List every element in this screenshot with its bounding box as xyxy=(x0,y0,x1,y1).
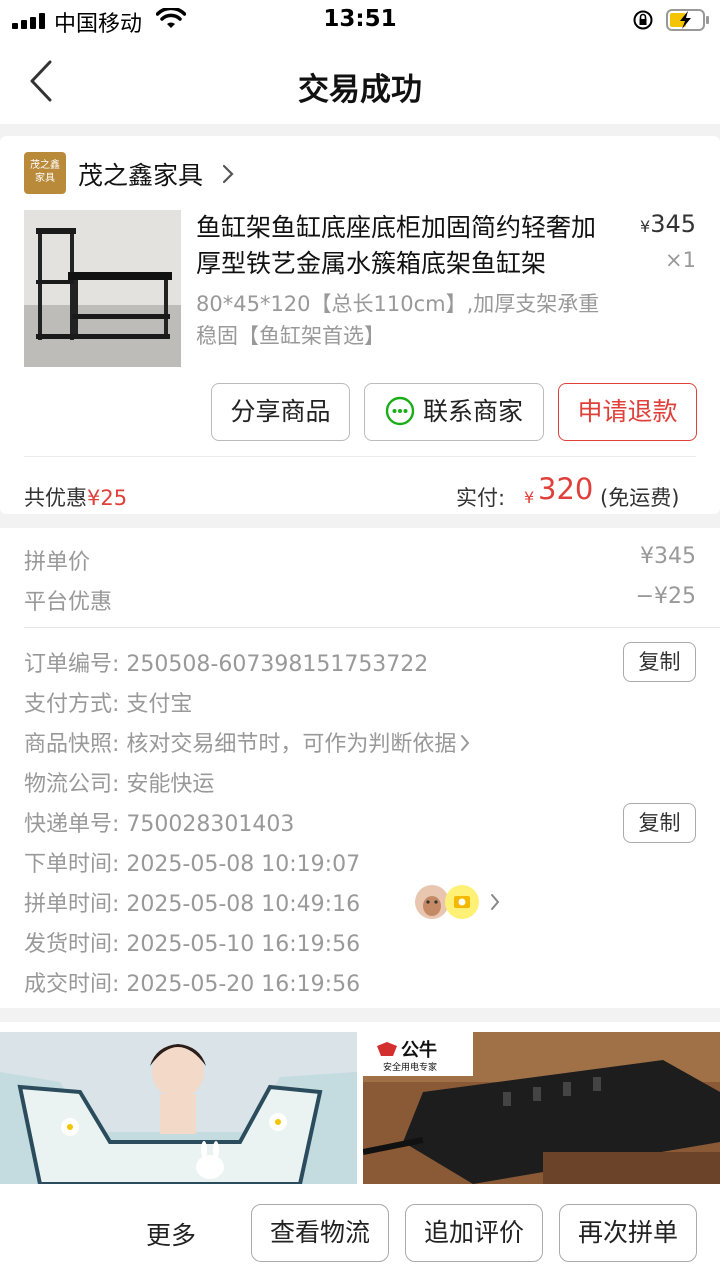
order-number-value: 250508-607398151753722 xyxy=(126,652,429,677)
product-price: ¥345 xyxy=(640,210,696,238)
copy-tracking-number-button[interactable]: 复制 xyxy=(623,803,696,843)
order-time-value: 2025-05-08 10:19:07 xyxy=(126,852,361,877)
payment-value: 支付宝 xyxy=(126,692,193,717)
contact-seller-label: 联系商家 xyxy=(422,397,523,426)
recommended-product-power-strip[interactable]: 公牛 安全用电专家 xyxy=(363,1032,720,1184)
shop-name-link[interactable]: 茂之鑫家具 xyxy=(78,156,203,192)
price-value: 345 xyxy=(650,210,696,238)
group-members-avatars[interactable] xyxy=(414,884,504,920)
battery-charging-icon xyxy=(666,9,709,31)
more-button[interactable]: 更多 xyxy=(146,1216,196,1252)
share-product-button[interactable]: 分享商品 xyxy=(211,383,350,441)
shop-logo-text-2: 家具 xyxy=(35,173,55,184)
total-discount: 共优惠¥25 xyxy=(24,482,127,512)
divider xyxy=(24,456,696,457)
group-time-value: 2025-05-08 10:49:16 xyxy=(126,892,361,917)
snapshot-label: 商品快照: xyxy=(24,732,120,757)
platform-discount-label: 平台优惠 xyxy=(24,590,113,615)
ship-time-label: 发货时间: xyxy=(24,932,120,957)
add-review-button[interactable]: 追加评价 xyxy=(405,1204,543,1262)
clock: 13:51 xyxy=(323,6,397,32)
order-details: 拼单价 ¥345 平台优惠 −¥25 订单编号: 250508-60739815… xyxy=(0,528,720,1008)
rotation-lock-icon xyxy=(633,10,653,30)
tracking-value: 750028301403 xyxy=(126,812,295,837)
logistics-label: 物流公司: xyxy=(24,772,120,797)
tracking-label: 快递单号: xyxy=(24,812,120,837)
platform-discount-value: −¥25 xyxy=(635,584,696,609)
contact-seller-button[interactable]: 联系商家 xyxy=(364,383,544,441)
tracking-row: 快递单号: 750028301403 xyxy=(24,806,294,838)
price-row-value: ¥345 xyxy=(640,544,696,569)
divider xyxy=(24,627,720,628)
order-number-label: 订单编号: xyxy=(24,652,120,677)
order-card: 茂之鑫 家具 茂之鑫家具 鱼缸架鱼缸底座底柜加固简约轻奢加厚型铁艺金属水簇箱底架… xyxy=(0,136,720,514)
recommended-product-blanket[interactable] xyxy=(0,1032,357,1184)
nav-bar: 交易成功 xyxy=(0,40,720,124)
snapshot-value: 核对交易细节时，可作为判断依据 xyxy=(126,732,457,757)
order-time-row: 下单时间: 2025-05-08 10:19:07 xyxy=(24,846,360,878)
page-title: 交易成功 xyxy=(298,72,422,108)
product-quantity: ×1 xyxy=(665,248,696,272)
payment-row: 支付方式: 支付宝 xyxy=(24,686,192,718)
brand-tagline: 安全用电专家 xyxy=(383,1063,438,1073)
bottom-action-bar: 更多 查看物流 追加评价 再次拼单 xyxy=(0,1184,720,1280)
paid-amount: 320 xyxy=(538,472,594,506)
price-currency: ¥ xyxy=(640,217,651,236)
payment-label: 支付方式: xyxy=(24,692,120,717)
logistics-value: 安能快运 xyxy=(126,772,215,797)
ship-time-value: 2025-05-10 16:19:56 xyxy=(126,932,361,957)
order-number-row: 订单编号: 250508-607398151753722 xyxy=(24,646,428,678)
logistics-row: 物流公司: 安能快运 xyxy=(24,766,214,798)
view-logistics-button[interactable]: 查看物流 xyxy=(251,1204,389,1262)
status-bar: 中国移动 13:51 xyxy=(0,0,720,40)
chat-bubble-icon xyxy=(385,396,415,426)
recommendation-banners: 公牛 安全用电专家 xyxy=(0,1022,720,1184)
discount-amount: ¥25 xyxy=(87,486,128,510)
deal-time-label: 成交时间: xyxy=(24,972,120,997)
copy-order-number-button[interactable]: 复制 xyxy=(623,642,696,682)
shipping-note: (免运费) xyxy=(600,486,680,510)
snapshot-row[interactable]: 商品快照: 核对交易细节时，可作为判断依据 xyxy=(24,726,470,758)
price-row-label: 拼单价 xyxy=(24,550,91,575)
group-time-label: 拼单时间: xyxy=(24,892,120,917)
paid-label: 实付: xyxy=(456,486,506,510)
discount-label: 共优惠 xyxy=(24,486,87,510)
shop-logo[interactable]: 茂之鑫 家具 xyxy=(24,152,66,194)
reorder-button[interactable]: 再次拼单 xyxy=(559,1204,697,1262)
order-time-label: 下单时间: xyxy=(24,852,120,877)
deal-time-value: 2025-05-20 16:19:56 xyxy=(126,972,361,997)
group-time-row: 拼单时间: 2025-05-08 10:49:16 xyxy=(24,886,360,918)
brand-name: 公牛 xyxy=(401,1040,437,1061)
request-refund-button[interactable]: 申请退款 xyxy=(558,383,697,441)
paid-currency: ¥ xyxy=(524,488,535,507)
product-title[interactable]: 鱼缸架鱼缸底座底柜加固简约轻奢加厚型铁艺金属水簇箱底架鱼缸架 xyxy=(196,210,616,282)
ship-time-row: 发货时间: 2025-05-10 16:19:56 xyxy=(24,926,360,958)
shop-logo-text-1: 茂之鑫 xyxy=(30,160,60,171)
chevron-right-icon[interactable] xyxy=(222,164,234,184)
chevron-right-icon xyxy=(461,735,470,751)
product-spec: 80*45*120【总长110cm】,加厚支架承重稳固【鱼缸架首选】 xyxy=(196,292,600,348)
deal-time-row: 成交时间: 2025-05-20 16:19:56 xyxy=(24,966,360,998)
product-image[interactable] xyxy=(24,210,181,367)
